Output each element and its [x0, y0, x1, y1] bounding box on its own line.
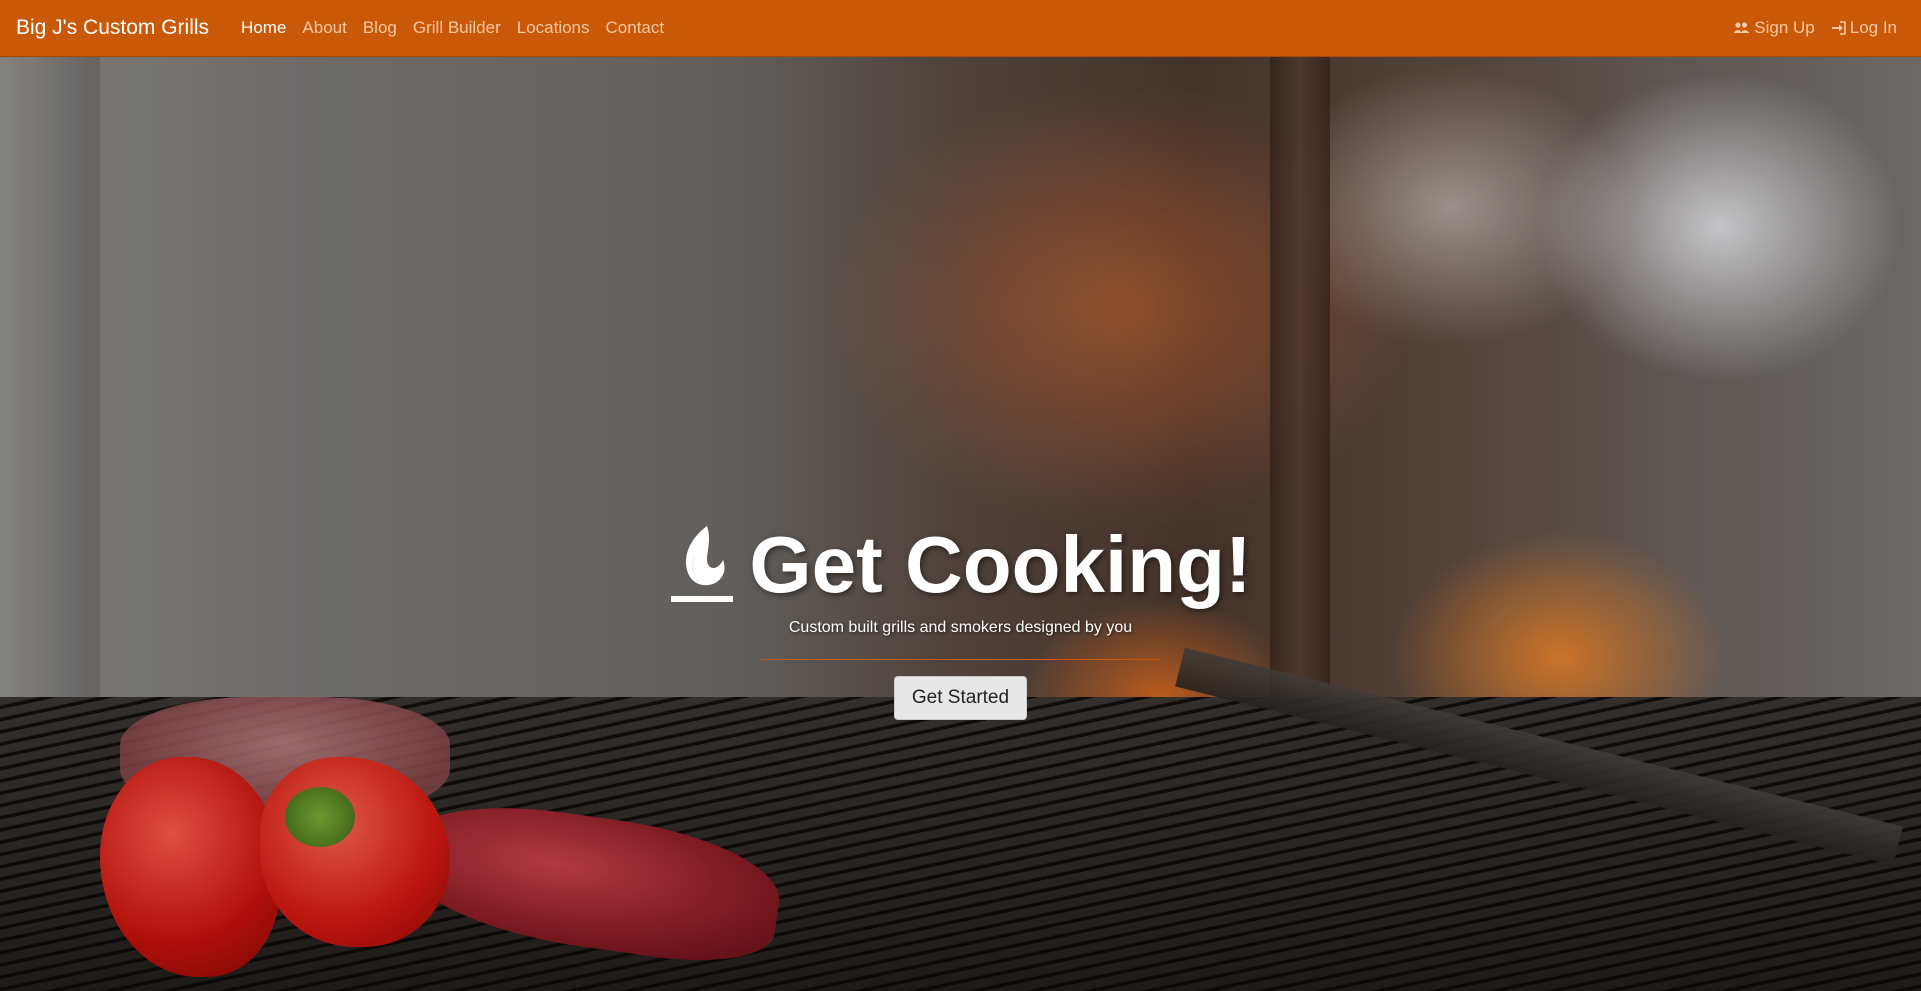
hero-title: Get Cooking!: [749, 520, 1252, 609]
sign-in-icon: [1831, 21, 1846, 35]
sign-up-label: Sign Up: [1754, 18, 1815, 37]
log-in-link[interactable]: Log In: [1831, 18, 1897, 38]
log-in-label: Log In: [1849, 18, 1897, 37]
get-started-button[interactable]: Get Started: [893, 676, 1028, 720]
nav-contact[interactable]: Contact: [598, 18, 673, 38]
hero-tagline: Custom built grills and smokers designed…: [788, 619, 1133, 636]
account-nav: Sign Up Log In: [1733, 18, 1897, 38]
nav-home[interactable]: Home: [233, 18, 294, 38]
nav-about[interactable]: About: [294, 18, 354, 38]
hero-content: Get Cooking! Custom built grills and smo…: [0, 520, 1921, 720]
users-icon: [1733, 22, 1750, 33]
sign-up-link[interactable]: Sign Up: [1733, 18, 1815, 38]
hero-divider: [760, 659, 1161, 660]
flame-icon: [671, 526, 734, 602]
hero-headline: Get Cooking!: [669, 520, 1252, 610]
main-nav: Home About Blog Grill Builder Locations …: [233, 18, 672, 38]
nav-grill-builder[interactable]: Grill Builder: [405, 18, 509, 38]
brand-link[interactable]: Big J's Custom Grills: [16, 16, 209, 40]
nav-blog[interactable]: Blog: [355, 18, 405, 38]
top-navbar: Big J's Custom Grills Home About Blog Gr…: [0, 0, 1921, 57]
nav-locations[interactable]: Locations: [509, 18, 598, 38]
